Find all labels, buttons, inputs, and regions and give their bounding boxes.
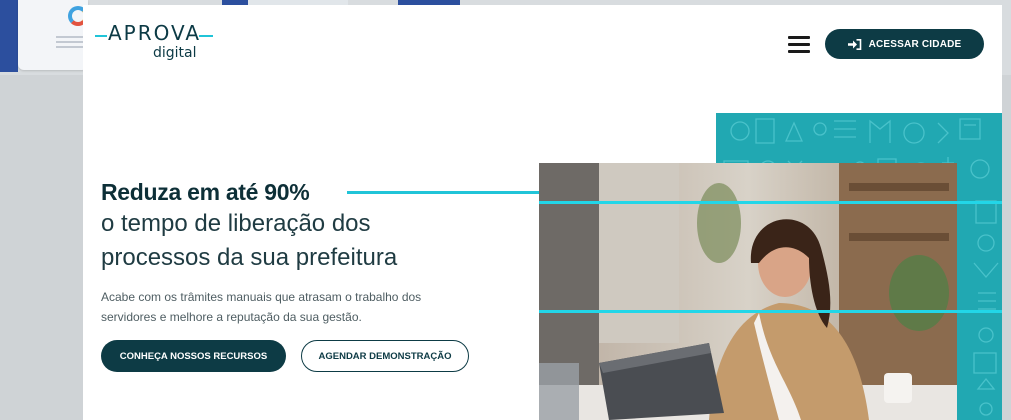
hero-title-line2: o tempo de liberação dos	[101, 210, 371, 237]
logo-dash	[199, 35, 213, 37]
access-city-button[interactable]: ACESSAR CIDADE	[825, 29, 984, 59]
hamburger-icon[interactable]	[788, 36, 810, 55]
features-button[interactable]: CONHEÇA NOSSOS RECURSOS	[101, 340, 286, 372]
landing-page: APROVA digital ACESSAR CIDADE Reduza em …	[83, 5, 1002, 420]
accent-line	[347, 191, 541, 194]
hero-description-line: servidores e melhore a reputação da sua …	[101, 310, 362, 324]
hero-description-line: Acabe com os trâmites manuais que atrasa…	[101, 290, 422, 304]
login-icon	[847, 38, 862, 50]
hero-title-line3: processos da sua prefeitura	[101, 244, 398, 271]
hero-photo	[539, 163, 957, 420]
schedule-demo-button[interactable]: AGENDAR DEMONSTRAÇÃO	[301, 340, 469, 372]
hero-description: Acabe com os trâmites manuais que atrasa…	[101, 287, 461, 327]
background-panel	[0, 0, 18, 72]
access-city-label: ACESSAR CIDADE	[868, 38, 962, 50]
background-card	[18, 0, 96, 70]
aprova-digital-logo[interactable]: APROVA digital	[95, 22, 215, 66]
logo-subtitle: digital	[153, 45, 197, 61]
logo-wordmark: APROVA	[108, 21, 202, 45]
